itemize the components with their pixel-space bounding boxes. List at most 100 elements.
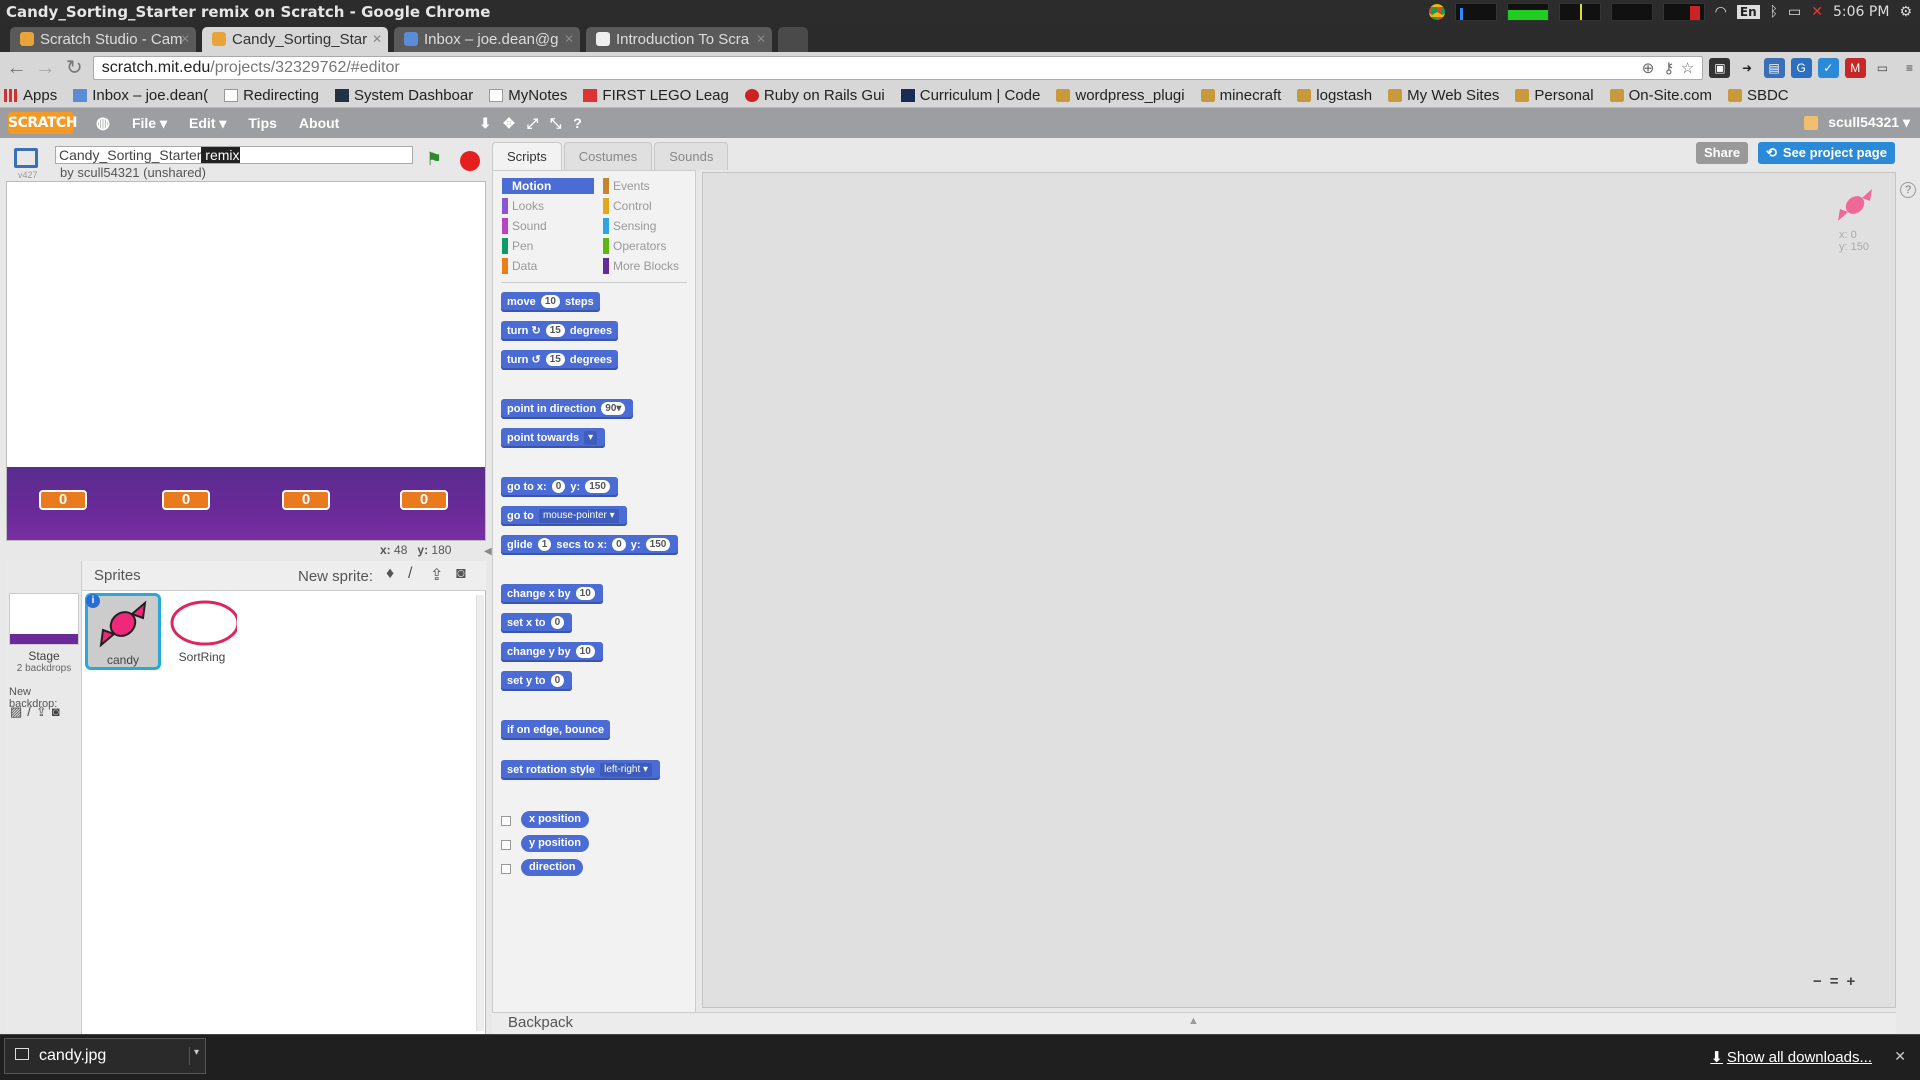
category-sound[interactable]: Sound [502, 218, 547, 234]
extension-icon[interactable]: ▣ [1709, 58, 1731, 78]
category-data[interactable]: Data [502, 258, 537, 274]
extension-drive-icon[interactable]: ▤ [1763, 58, 1785, 78]
block-rotation-style[interactable]: set rotation style left-right ▾ [501, 760, 661, 780]
close-downloads-icon[interactable]: ✕ [1894, 1048, 1906, 1065]
block-bounce[interactable]: if on edge, bounce [501, 720, 611, 740]
clock[interactable]: 5:06 PM [1833, 4, 1889, 20]
category-sensing[interactable]: Sensing [603, 218, 656, 234]
chrome-icon[interactable] [1428, 4, 1445, 20]
stage-canvas[interactable]: 0 0 0 0 [6, 181, 486, 541]
gmail-icon[interactable]: M [1844, 58, 1866, 78]
help-panel-icon[interactable]: ? [1900, 182, 1916, 198]
bookmark-personal[interactable]: Personal [1515, 87, 1594, 104]
block-change-x[interactable]: change x by 10 [501, 584, 603, 604]
upload-backdrop-icon[interactable]: ⇪ [36, 704, 52, 719]
extension-arrow-icon[interactable]: ➜ [1736, 58, 1758, 78]
bookmark-minecraft[interactable]: minecraft [1200, 87, 1281, 104]
category-operators[interactable]: Operators [603, 238, 666, 254]
extension-check-icon[interactable]: ✓ [1817, 58, 1839, 78]
bookmark-my-web-sites[interactable]: My Web Sites [1388, 87, 1499, 104]
camera-backdrop-icon[interactable]: ◙ [52, 704, 65, 719]
close-icon[interactable]: ✕ [180, 32, 190, 46]
reload-icon[interactable]: ↻ [62, 55, 87, 81]
category-control[interactable]: Control [603, 198, 652, 214]
block-set-x[interactable]: set x to 0 [501, 613, 573, 633]
cut-icon[interactable]: ✥ [503, 115, 515, 132]
bookmark-wordpress[interactable]: wordpress_plugi [1056, 87, 1185, 104]
checkbox-direction[interactable] [501, 864, 511, 874]
bookmark-inbox[interactable]: Inbox – joe.dean( [73, 87, 208, 104]
menu-about[interactable]: About [299, 115, 339, 131]
bookmark-star-icon[interactable]: ☆ [1681, 59, 1694, 77]
checkbox-x-position[interactable] [501, 816, 511, 826]
category-events[interactable]: Events [603, 178, 650, 194]
sprite-scrollbar[interactable] [476, 595, 484, 1031]
bookmark-redirecting[interactable]: Redirecting [224, 87, 319, 104]
backdrop-library-icon[interactable]: ▨ [10, 704, 27, 719]
keyboard-language[interactable]: En [1736, 5, 1760, 19]
camera-sprite-icon[interactable]: ◙ [456, 565, 466, 583]
back-icon[interactable]: ← [4, 55, 29, 81]
zoom-in-icon[interactable]: + [1847, 973, 1864, 990]
grow-icon[interactable]: ⤢ [527, 115, 538, 132]
project-title-field[interactable]: Candy_Sorting_Starter remix [55, 146, 413, 164]
battery-icon[interactable]: ▭ [1788, 4, 1801, 20]
new-tab-button[interactable] [778, 27, 808, 52]
close-icon[interactable]: ✕ [564, 32, 574, 46]
collapse-stage-icon[interactable]: ◀ [484, 546, 492, 557]
category-motion[interactable]: Motion [502, 178, 594, 194]
sprite-sortring[interactable]: SortRing [164, 593, 240, 670]
cast-icon[interactable]: ▭ [1871, 58, 1893, 78]
menu-file[interactable]: File ▾ [132, 115, 167, 132]
block-glide[interactable]: glide 1 secs to x: 0 y: 150 [501, 535, 679, 555]
block-point-direction[interactable]: point in direction 90▾ [501, 399, 634, 419]
download-item[interactable]: candy.jpg ▾ [4, 1038, 206, 1074]
stage-thumbnail[interactable] [9, 593, 79, 645]
script-area[interactable]: x: 0 y: 150 −=+ [702, 172, 1896, 1008]
expand-backpack-icon[interactable]: ▲ [1188, 1015, 1199, 1027]
category-looks[interactable]: Looks [502, 198, 544, 214]
see-project-page-button[interactable]: ⟲ See project page [1758, 142, 1895, 164]
checkbox-y-position[interactable] [501, 840, 511, 850]
tab-sounds[interactable]: Sounds [654, 142, 729, 170]
menu-icon[interactable]: ≡ [1898, 58, 1920, 78]
tab-costumes[interactable]: Costumes [563, 142, 653, 170]
bookmark-mynotes[interactable]: MyNotes [489, 87, 567, 104]
shrink-icon[interactable]: ⤡ [550, 115, 561, 132]
extension-badge-icon[interactable]: G [1790, 58, 1812, 78]
close-icon[interactable]: ✕ [756, 32, 766, 46]
scratch-logo[interactable]: SCRATCH [8, 112, 77, 134]
block-goto-xy[interactable]: go to x: 0 y: 150 [501, 477, 618, 497]
sprite-info-icon[interactable]: i [86, 594, 100, 608]
block-move-steps[interactable]: move 10 steps [501, 292, 600, 312]
duplicate-icon[interactable]: ⬇ [479, 115, 491, 132]
download-options-icon[interactable]: ▾ [188, 1047, 199, 1065]
menu-edit[interactable]: Edit ▾ [189, 115, 226, 132]
show-all-downloads-link[interactable]: ⬇ Show all downloads... [1710, 1048, 1872, 1066]
tab-scratch-studio[interactable]: Scratch Studio - Cam ✕ [10, 27, 196, 52]
bookmark-on-site[interactable]: On-Site.com [1609, 87, 1712, 104]
bookmark-system-dashboard[interactable]: System Dashboar [335, 87, 473, 104]
bookmark-first-lego[interactable]: FIRST LEGO Leag [583, 87, 729, 104]
bookmark-curriculum[interactable]: Curriculum | Code [900, 87, 1040, 104]
zoom-icon[interactable]: ⊕ [1642, 59, 1655, 77]
block-change-y[interactable]: change y by 10 [501, 642, 603, 662]
bluetooth-icon[interactable]: ᛒ [1770, 4, 1778, 20]
upload-sprite-icon[interactable]: ⇪ [430, 565, 443, 585]
zoom-out-icon[interactable]: − [1813, 973, 1830, 990]
bookmark-apps[interactable]: Apps [4, 87, 57, 104]
reporter-x-position[interactable]: x position [521, 811, 589, 828]
paint-backdrop-icon[interactable]: / [27, 704, 36, 719]
close-icon[interactable]: ✕ [372, 32, 382, 46]
stop-icon[interactable] [460, 151, 480, 171]
bookmark-sbdc[interactable]: SBDC [1727, 87, 1789, 104]
block-turn-right[interactable]: turn ↻ 15 degrees [501, 321, 619, 341]
reporter-y-position[interactable]: y position [521, 835, 589, 852]
wifi-icon[interactable]: ◠ [1715, 4, 1727, 20]
reporter-direction[interactable]: direction [521, 859, 584, 876]
menu-tips[interactable]: Tips [248, 115, 277, 131]
category-pen[interactable]: Pen [502, 238, 533, 254]
green-flag-icon[interactable]: ⚑ [426, 150, 444, 168]
category-more-blocks[interactable]: More Blocks [603, 258, 679, 274]
backpack-bar[interactable]: Backpack ▲ [492, 1012, 1896, 1034]
